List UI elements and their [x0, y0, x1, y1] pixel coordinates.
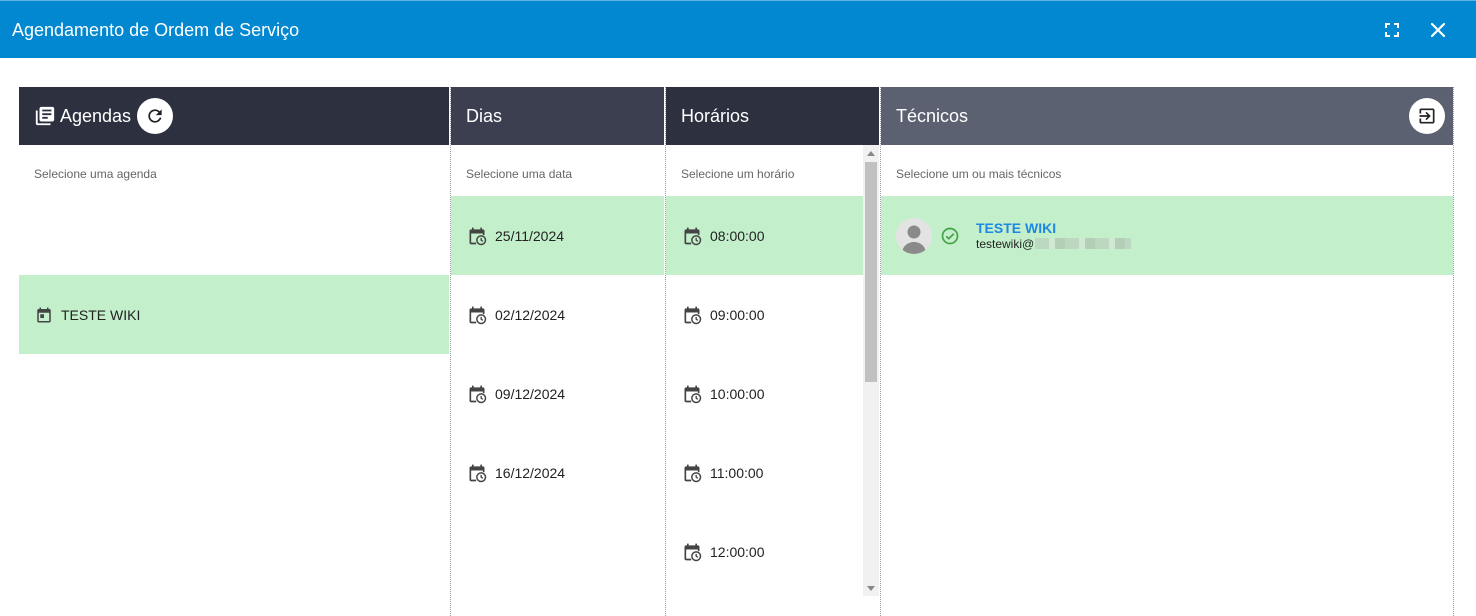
scroll-down-icon[interactable] [867, 586, 875, 591]
dialog-titlebar: Agendamento de Ordem de Serviço [0, 0, 1476, 58]
tecnico-item[interactable]: TESTE WIKI testewiki@ [881, 196, 1453, 275]
tecnicos-header: Técnicos [881, 87, 1453, 145]
date-item-label: 09/12/2024 [495, 385, 566, 402]
date-item-label: 16/12/2024 [495, 464, 566, 481]
dias-hint: Selecione uma data [466, 167, 573, 181]
refresh-icon [148, 109, 162, 123]
library-books-icon [35, 106, 55, 126]
agenda-item[interactable]: TESTE WIKI [19, 275, 449, 354]
exit-to-app-icon [1419, 108, 1435, 124]
fullscreen-icon [1385, 23, 1399, 37]
redacted-email [1035, 238, 1132, 249]
calendar-clock-icon [684, 543, 702, 561]
scrollbar-thumb[interactable] [865, 162, 877, 382]
time-item-label: 08:00:00 [710, 227, 765, 244]
time-item-label: 09:00:00 [710, 306, 765, 323]
dialog-title: Agendamento de Ordem de Serviço [12, 20, 300, 40]
calendar-clock-icon [469, 464, 487, 482]
close-icon [1430, 22, 1446, 38]
agendas-header: Agendas [19, 87, 449, 145]
time-item[interactable]: 10:00:00 [666, 354, 863, 433]
close-button[interactable] [1426, 18, 1450, 42]
dias-panel: Dias Selecione uma data 25/11/2024 02/12… [450, 87, 664, 616]
date-item-label: 25/11/2024 [495, 227, 565, 244]
date-item[interactable]: 25/11/2024 [451, 196, 664, 275]
date-item-label: 02/12/2024 [495, 306, 566, 323]
agendas-title: Agendas [60, 105, 132, 126]
horarios-panel: Horários Selecione um horário 08:00:00 0… [665, 87, 879, 616]
dias-header: Dias [451, 87, 664, 145]
tecnico-email: testewiki@ [976, 236, 1132, 252]
exit-button[interactable] [1409, 98, 1445, 134]
time-item-label: 10:00:00 [710, 385, 765, 402]
tecnico-name: TESTE WIKI [976, 219, 1057, 236]
refresh-button[interactable] [137, 98, 174, 134]
time-item[interactable]: 11:00:00 [666, 433, 863, 512]
agendas-panel: Agendas Selecione uma agenda TESTE WIKI [19, 87, 449, 616]
time-item[interactable]: 09:00:00 [666, 275, 863, 354]
tecnicos-title: Técnicos [896, 105, 969, 126]
time-item[interactable]: 08:00:00 [666, 196, 863, 275]
fullscreen-button[interactable] [1380, 18, 1404, 42]
date-item[interactable]: 02/12/2024 [451, 275, 664, 354]
calendar-clock-icon [684, 385, 702, 403]
horarios-hint: Selecione um horário [681, 167, 795, 181]
horarios-title: Horários [681, 105, 750, 126]
tecnicos-hint: Selecione um ou mais técnicos [896, 167, 1062, 181]
avatar [896, 217, 932, 254]
calendar-clock-icon [684, 464, 702, 482]
time-item-label: 12:00:00 [710, 543, 765, 560]
scroll-up-icon[interactable] [867, 151, 875, 156]
calendar-clock-icon [684, 227, 702, 245]
time-item[interactable]: 12:00:00 [666, 512, 863, 591]
calendar-icon [37, 307, 51, 322]
agenda-item-label: TESTE WIKI [61, 306, 141, 323]
date-item[interactable]: 16/12/2024 [451, 433, 664, 512]
calendar-clock-icon [469, 227, 487, 245]
time-item-label: 11:00:00 [710, 464, 764, 481]
check-circle-icon [941, 227, 959, 244]
horarios-header: Horários [666, 87, 879, 145]
calendar-clock-icon [684, 306, 702, 324]
horarios-scrollbar[interactable] [863, 145, 879, 596]
tecnico-email-text: testewiki@ [976, 236, 1035, 251]
calendar-clock-icon [469, 385, 487, 403]
account-icon [896, 217, 932, 254]
agendas-hint: Selecione uma agenda [34, 167, 157, 181]
dias-title: Dias [466, 105, 503, 126]
calendar-clock-icon [469, 306, 487, 324]
date-item[interactable]: 09/12/2024 [451, 354, 664, 433]
tecnico-info: TESTE WIKI testewiki@ [976, 219, 1132, 252]
tecnicos-panel: Técnicos Selecione um ou mais técnicos T… [880, 87, 1454, 616]
